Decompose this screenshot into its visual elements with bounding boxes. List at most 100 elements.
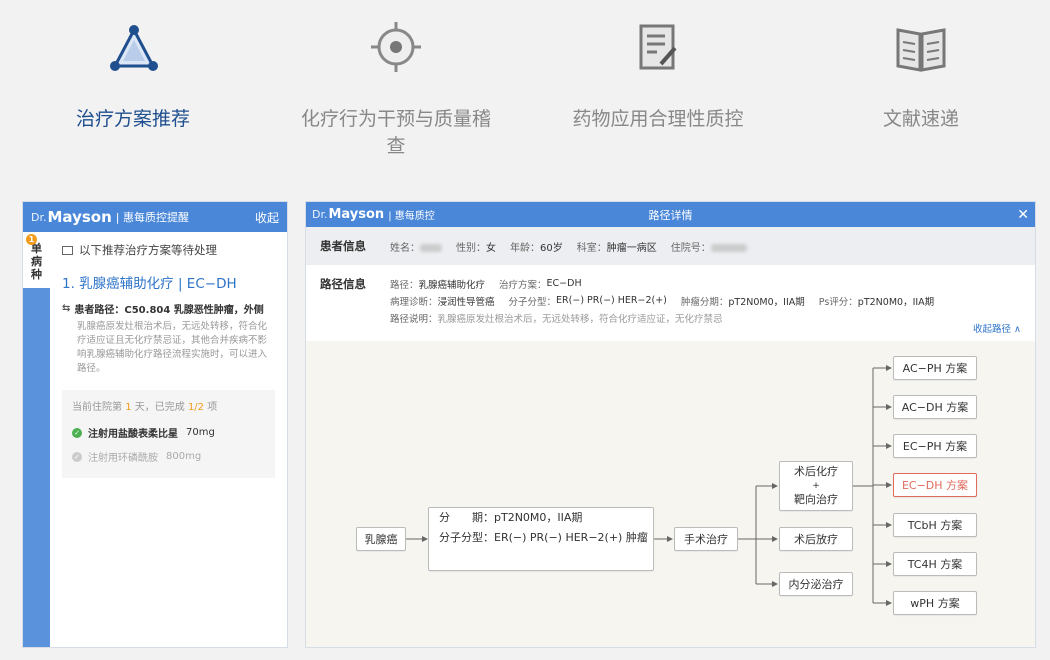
tab-literature[interactable]: 文献速递 xyxy=(821,14,1021,131)
section-title: 路径信息 xyxy=(320,276,366,291)
patient-age: 年龄：60岁 xyxy=(510,239,563,254)
pathway-flowchart: 乳腺癌 分 期：pT2N0M0，IIA期 分子分型：ER(−) PR(−) HE… xyxy=(306,341,1035,647)
molecular-line: 分子分型：ER(−) PR(−) HER−2(+) 肿瘤 xyxy=(439,531,648,544)
tab-drug-rationality[interactable]: 药物应用合理性质控 xyxy=(558,14,758,131)
list-icon xyxy=(62,245,73,255)
flow-node-root[interactable]: 乳腺癌 xyxy=(356,527,406,551)
section-title: 患者信息 xyxy=(320,239,366,253)
pending-notice: 以下推荐治疗方案等待处理 xyxy=(62,242,275,258)
path-detail-panel: Dr. Mayson | 惠每质控 路径详情 ✕ 患者信息 姓名： 性别：女 年… xyxy=(305,201,1036,648)
tab-label: 药物应用合理性质控 xyxy=(572,108,744,130)
patient-inpatient-no: 住院号： xyxy=(671,239,747,254)
tab-label: 化疗行为干预与质量稽查 xyxy=(300,108,491,157)
label: 分子分型： xyxy=(508,296,557,308)
label: 治疗方案： xyxy=(499,279,547,291)
flow-node-endocrine[interactable]: 内分泌治疗 xyxy=(779,572,853,596)
detail-header: Dr. Mayson | 惠每质控 路径详情 ✕ xyxy=(306,202,1035,227)
value: pT2N0M0，IIA期 xyxy=(728,296,805,308)
flow-node-plan[interactable]: AC−PH 方案 xyxy=(893,356,977,380)
check-circle-icon: ✓ xyxy=(72,427,82,438)
progress-mid: 天，已完成 xyxy=(134,402,185,413)
notice-text: 以下推荐治疗方案等待处理 xyxy=(79,243,217,257)
flow-node-plan-selected[interactable]: EC−DH 方案 xyxy=(893,473,977,497)
label: 性别： xyxy=(456,242,486,254)
progress-done: 1/2 xyxy=(187,402,205,413)
flow-node-plan[interactable]: EC−PH 方案 xyxy=(893,434,977,458)
reminder-header: Dr. Mayson | 惠每质控提醒 收起 xyxy=(23,202,287,232)
pending-circle-icon: ✓ xyxy=(72,451,82,462)
panel-subtitle: | 惠每质控提醒 xyxy=(115,211,189,224)
patient-path: ⇆ 患者路径：C50.804 乳腺恶性肿瘤，外侧 xyxy=(62,301,275,316)
path-info: 路径信息 路径： 乳腺癌辅助化疗 治疗方案： EC−DH 病理诊断： 浸润性导管… xyxy=(306,265,1035,341)
collapse-path-button[interactable]: 收起路径 ∧ xyxy=(973,321,1021,335)
count-badge: 1 xyxy=(26,234,37,245)
drug-item: ✓ 注射用盐酸表柔比星 70mg xyxy=(72,425,265,440)
triangle-network-icon xyxy=(110,25,158,71)
collapse-button[interactable]: 收起 xyxy=(255,209,279,226)
value: EC−DH xyxy=(546,278,582,289)
drug-name: 注射用盐酸表柔比星 xyxy=(88,429,178,440)
value: pT2N0M0，IIA期 xyxy=(857,296,935,308)
patient-dept: 科室：肿瘤一病区 xyxy=(577,239,657,254)
flow-node-chemo-targeted[interactable]: 术后化疗 + 靶向治疗 xyxy=(779,461,853,511)
label: 病理诊断： xyxy=(390,296,438,308)
document-edit-icon xyxy=(639,24,677,70)
reminder-body: 以下推荐治疗方案等待处理 1. 乳腺癌辅助化疗 | EC−DH ⇆ 患者路径：C… xyxy=(50,232,287,647)
value: 乳腺癌辅助化疗 xyxy=(418,279,486,291)
reminder-panel: Dr. Mayson | 惠每质控提醒 收起 1 单病种 以下推荐治疗方案等待处… xyxy=(22,201,288,648)
stage-line: 分 期：pT2N0M0，IIA期 xyxy=(439,511,583,524)
drug-name: 注射用环磷酰胺 xyxy=(88,453,158,464)
patient-name: 姓名： xyxy=(390,239,442,254)
path-description: 乳腺癌原发灶根治术后，无远处转移，符合化疗适应证且无化疗禁忌证，其他合并疾病不影… xyxy=(77,321,268,374)
value: 女 xyxy=(486,242,496,254)
drug-dose: 70mg xyxy=(186,427,215,438)
flow-node-plan[interactable]: TC4H 方案 xyxy=(893,552,977,576)
value: 60岁 xyxy=(540,242,563,254)
path-row: 路径信息 路径： 乳腺癌辅助化疗 治疗方案： EC−DH xyxy=(320,275,1021,292)
side-tab-label: 单病种 xyxy=(31,242,42,281)
plus-sign: + xyxy=(812,481,820,491)
label: 姓名： xyxy=(390,242,420,254)
targeted-label: 靶向治疗 xyxy=(794,493,838,506)
progress-prefix: 当前住院第 xyxy=(72,402,122,413)
description-row: 路径说明： 乳腺癌原发灶根治术后，无远处转移，符合化疗适应证，无化疗禁忌 xyxy=(320,309,1021,326)
plan-link[interactable]: 1. 乳腺癌辅助化疗 | EC−DH xyxy=(62,272,275,292)
patient-gender: 性别：女 xyxy=(456,239,496,254)
side-nav: 1 单病种 xyxy=(23,232,50,647)
flow-node-surgery[interactable]: 手术治疗 xyxy=(674,527,738,551)
path-text: 患者路径：C50.804 乳腺恶性肿瘤，外侧 xyxy=(74,305,264,316)
value: 肿瘤一病区 xyxy=(606,242,657,254)
label: 肿瘤分期： xyxy=(680,296,729,308)
progress-box: 当前住院第 1 天，已完成 1/2 项 ✓ 注射用盐酸表柔比星 70mg ✓ 注… xyxy=(62,390,275,478)
redacted-id xyxy=(710,243,747,252)
drug-dose: 800mg xyxy=(166,451,202,462)
close-icon[interactable]: ✕ xyxy=(1017,207,1029,223)
drug-item: ✓ 注射用环磷酰胺 800mg xyxy=(72,449,265,464)
label: 住院号： xyxy=(670,242,711,254)
label: Ps评分： xyxy=(818,296,858,308)
patient-info: 患者信息 姓名： 性别：女 年龄：60岁 科室：肿瘤一病区 住院号： xyxy=(306,227,1035,265)
feature-tabs: 治疗方案推荐 化疗行为干预与质量稽查 药物应用合理性质控 文献速递 xyxy=(0,0,1050,160)
progress-text: 当前住院第 1 天，已完成 1/2 项 xyxy=(72,398,265,413)
flow-node-plan[interactable]: TCbH 方案 xyxy=(893,513,977,537)
side-tab-single-disease[interactable]: 1 单病种 xyxy=(23,232,50,288)
label: 路径说明： xyxy=(390,313,438,325)
value: ER(−) PR(−) HER−2(+) xyxy=(556,295,667,306)
target-icon xyxy=(371,22,421,72)
value: 乳腺癌原发灶根治术后，无远处转移，符合化疗适应证，无化疗禁忌 xyxy=(437,313,723,325)
diagnosis-row: 病理诊断： 浸润性导管癌 分子分型： ER(−) PR(−) HER−2(+) … xyxy=(320,292,1021,309)
flow-node-radiotherapy[interactable]: 术后放疗 xyxy=(779,527,853,551)
brand-prefix: Dr. xyxy=(31,210,47,224)
chemo-label: 术后化疗 xyxy=(794,465,838,478)
flow-node-plan[interactable]: AC−DH 方案 xyxy=(893,395,977,419)
value: 浸润性导管癌 xyxy=(437,296,495,308)
brand-name: Mayson xyxy=(47,208,112,226)
tab-treatment-recommend[interactable]: 治疗方案推荐 xyxy=(33,14,233,131)
label: 科室： xyxy=(576,242,607,254)
flow-node-diagnosis-info[interactable]: 分 期：pT2N0M0，IIA期 分子分型：ER(−) PR(−) HER−2(… xyxy=(428,507,654,571)
progress-day: 1 xyxy=(125,402,132,413)
tab-chemo-quality[interactable]: 化疗行为干预与质量稽查 xyxy=(296,14,496,158)
progress-suffix: 项 xyxy=(207,402,218,413)
tab-label: 文献速递 xyxy=(882,108,959,130)
flow-node-plan[interactable]: wPH 方案 xyxy=(893,591,977,615)
